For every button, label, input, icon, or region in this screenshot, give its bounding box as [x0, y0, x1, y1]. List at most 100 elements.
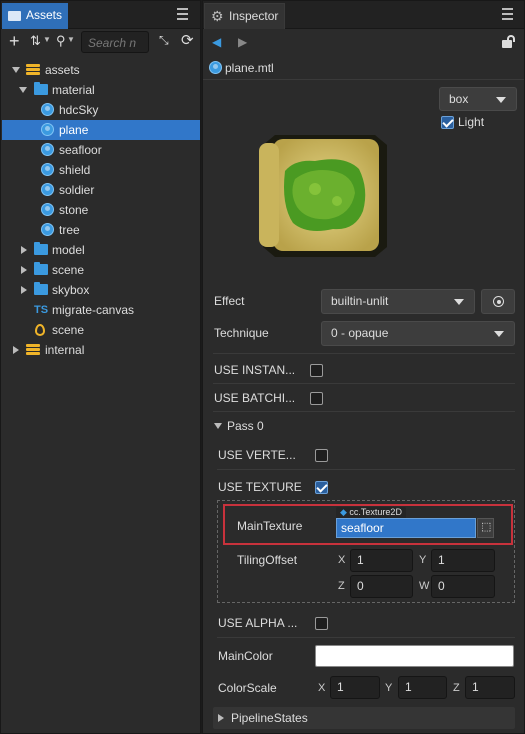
texture-type: cc.Texture2D [349, 507, 402, 517]
main-texture-value: seafloor [341, 521, 384, 535]
collapse-arrow-icon[interactable] [21, 286, 27, 294]
divider [217, 469, 515, 470]
tiling-w-input[interactable]: 0 [431, 575, 495, 598]
use-batching-checkbox[interactable] [310, 392, 323, 405]
tree-item-label: internal [45, 343, 85, 357]
tree-item-seafloor[interactable]: seafloor [2, 140, 200, 160]
database-icon [26, 64, 40, 76]
material-icon [209, 61, 222, 74]
inspector-menu-icon[interactable] [502, 8, 513, 20]
color-scale-x-input[interactable]: 1 [330, 676, 380, 699]
tree-item-shield[interactable]: shield [2, 160, 200, 180]
color-scale-y-input[interactable]: 1 [398, 676, 447, 699]
axis-z-label: Z [453, 682, 460, 694]
typescript-icon: TS [34, 304, 49, 316]
add-icon[interactable]: + [9, 31, 20, 51]
pipeline-states-label: PipelineStates [231, 711, 308, 725]
color-scale-label: ColorScale [218, 681, 277, 695]
divider [213, 353, 515, 354]
back-arrow-icon[interactable]: ◀ [212, 35, 221, 49]
refresh-icon[interactable]: ⟳ [181, 31, 194, 49]
use-batching-label: USE BATCHI... [214, 391, 296, 405]
tree-item-internal[interactable]: internal [2, 340, 200, 360]
locate-button[interactable] [481, 289, 515, 314]
inspector-tabbar: ⚙ Inspector [203, 1, 524, 29]
use-instancing-label: USE INSTAN... [214, 363, 296, 377]
tree-item-label: hdcSky [59, 103, 99, 117]
tree-item-model[interactable]: model [2, 240, 200, 260]
color-scale-z-input[interactable]: 1 [465, 676, 515, 699]
sort-dropdown-icon[interactable]: ▼ [43, 35, 51, 44]
tree-item-soldier[interactable]: soldier [2, 180, 200, 200]
sort-icon[interactable]: ⇅ [30, 33, 41, 49]
pass-expand-icon[interactable] [214, 423, 222, 429]
forward-arrow-icon[interactable]: ▶ [238, 35, 247, 49]
folder-icon [34, 82, 48, 95]
tree-item-hdcsky[interactable]: hdcSky [2, 100, 200, 120]
tiling-z-value: 0 [357, 579, 364, 593]
pass-label[interactable]: Pass 0 [227, 419, 264, 433]
expand-arrow-icon[interactable] [12, 67, 20, 73]
folder-icon [34, 242, 48, 255]
main-color-label: MainColor [218, 649, 273, 663]
folder-icon [8, 11, 21, 21]
tiling-offset-label: TilingOffset [237, 553, 298, 567]
axis-z-label: Z [338, 580, 345, 592]
tree-item-plane[interactable]: plane [2, 120, 200, 140]
assets-menu-icon[interactable] [177, 8, 188, 20]
use-texture-checkbox[interactable] [315, 481, 328, 494]
tree-item-tree[interactable]: tree [2, 220, 200, 240]
tree-item-migrate-canvas[interactable]: TS migrate-canvas [2, 300, 200, 320]
light-checkbox[interactable] [441, 116, 454, 129]
scene-fire-icon [35, 324, 45, 336]
color-scale-x-value: 1 [337, 680, 344, 694]
collapse-all-icon[interactable]: ⤡ [159, 33, 169, 48]
search-type-dropdown-icon[interactable]: ▼ [67, 35, 75, 44]
axis-x-label: X [338, 554, 346, 566]
expand-arrow-icon[interactable] [19, 87, 27, 93]
effect-value: builtin-unlit [331, 294, 389, 308]
texture-pick-button[interactable]: ⬚ [477, 518, 494, 538]
tree-item-material[interactable]: material [2, 80, 200, 100]
light-label: Light [458, 115, 485, 129]
effect-select[interactable]: builtin-unlit [321, 289, 475, 314]
collapse-arrow-icon[interactable] [21, 246, 27, 254]
use-alpha-checkbox[interactable] [315, 617, 328, 630]
collapse-arrow-icon[interactable] [13, 346, 19, 354]
tree-item-label: plane [59, 123, 89, 137]
tree-item-scene-file[interactable]: scene [2, 320, 200, 340]
color-scale-z-value: 1 [472, 680, 479, 694]
tab-inspector[interactable]: ⚙ Inspector [204, 3, 285, 29]
material-icon [41, 103, 54, 116]
technique-select[interactable]: 0 - opaque [321, 321, 515, 346]
use-alpha-label: USE ALPHA ... [218, 616, 298, 630]
use-instancing-checkbox[interactable] [310, 364, 323, 377]
tree-item-scene-folder[interactable]: scene [2, 260, 200, 280]
tree-item-skybox[interactable]: skybox [2, 280, 200, 300]
main-texture-field[interactable]: seafloor [336, 518, 476, 538]
tab-assets[interactable]: Assets [2, 3, 68, 29]
material-icon [41, 203, 54, 216]
technique-value: 0 - opaque [331, 326, 389, 340]
main-color-swatch[interactable] [315, 645, 514, 667]
tiling-x-value: 1 [357, 553, 364, 567]
preview-mesh-value: box [449, 92, 469, 106]
use-vertex-checkbox[interactable] [315, 449, 328, 462]
tiling-z-input[interactable]: 0 [350, 575, 413, 598]
tree-item-assets[interactable]: assets [2, 60, 200, 80]
material-icon [41, 163, 54, 176]
collapse-arrow-icon[interactable] [21, 266, 27, 274]
collapse-arrow-icon[interactable] [218, 714, 224, 722]
database-icon [26, 344, 40, 356]
tree-item-stone[interactable]: stone [2, 200, 200, 220]
assets-toolbar: + ⇅ ▼ ⚲ ▼ Search n ⤡ ⟳ [1, 30, 200, 56]
tree-item-label: assets [45, 63, 80, 77]
tiling-y-input[interactable]: 1 [431, 549, 495, 572]
search-type-icon[interactable]: ⚲ [56, 33, 66, 49]
tiling-x-input[interactable]: 1 [350, 549, 413, 572]
search-input[interactable]: Search n [81, 31, 149, 53]
preview-mesh-select[interactable]: box [439, 87, 517, 111]
pipeline-states-section[interactable]: PipelineStates [213, 707, 515, 729]
technique-label: Technique [214, 326, 269, 340]
lock-shackle-icon [507, 35, 515, 42]
